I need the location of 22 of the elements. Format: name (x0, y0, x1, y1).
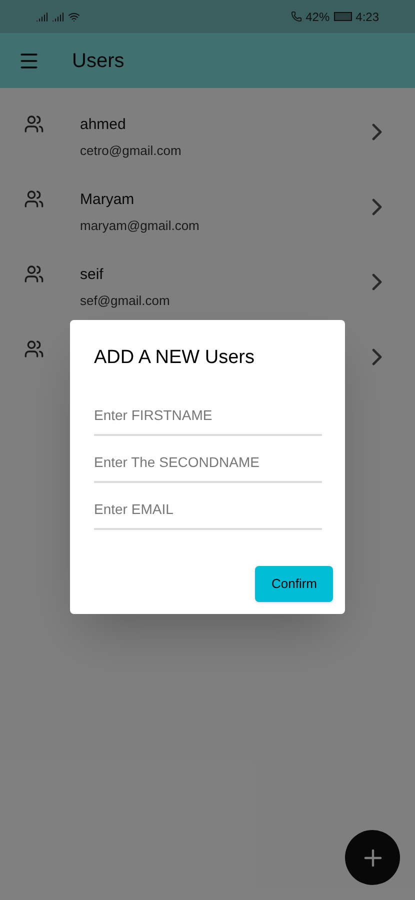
people-icon (24, 114, 44, 134)
user-email: cetro@gmail.com (80, 142, 182, 160)
app-title: Users (72, 48, 124, 74)
people-icon (24, 189, 44, 209)
user-email: sef@gmail.com (80, 292, 171, 310)
people-icon (24, 264, 44, 284)
battery-percent: 42% (306, 8, 330, 26)
user-name: Maryam (80, 190, 136, 210)
input-field[interactable]: Enter FIRSTNAME (94, 388, 322, 436)
clock: 4:23 (356, 8, 379, 26)
phone-icon (290, 11, 302, 22)
user-name: seif (80, 265, 104, 285)
dialog-title: ADD A NEW Users (94, 346, 256, 370)
input-field[interactable]: Enter The SECONDNAME (94, 436, 322, 482)
people-icon (24, 339, 44, 359)
confirm-button[interactable]: Confirm (255, 566, 333, 602)
wifi-icon (68, 10, 80, 22)
user-name: ahmed (80, 115, 127, 135)
signal-icon (36, 10, 48, 22)
user-email: maryam@gmail.com (80, 216, 200, 235)
input-field[interactable]: Enter EMAIL (94, 482, 322, 530)
signal-icon (52, 10, 64, 22)
